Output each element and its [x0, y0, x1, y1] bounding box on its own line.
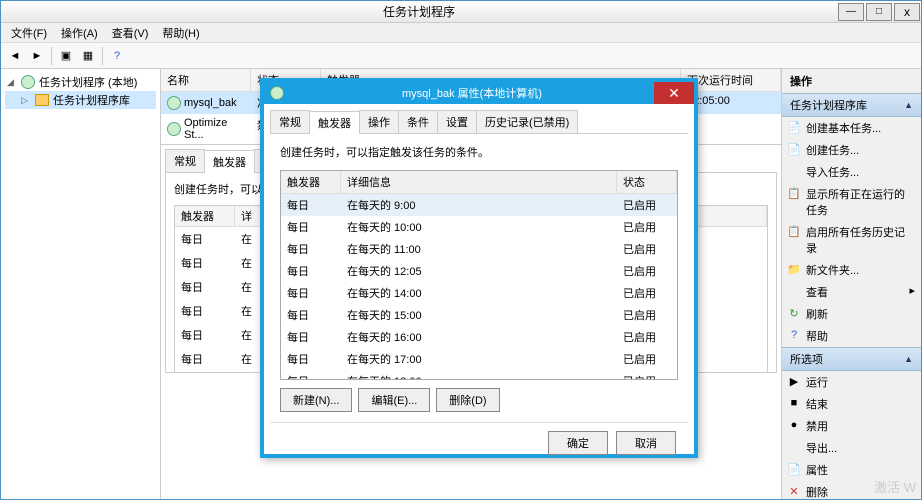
- dialog-content: 创建任务时，可以指定触发该任务的条件。 触发器 详细信息 状态 每日在每天的 9…: [270, 134, 688, 422]
- dialog-trigger-row[interactable]: 每日在每天的 18:00已启用: [281, 370, 677, 380]
- lower-col-trigger[interactable]: 触发器: [175, 206, 235, 226]
- task-icon: [167, 96, 181, 110]
- dialog-trigger-row[interactable]: 每日在每天的 15:00已启用: [281, 304, 677, 326]
- action-icon: 📄: [787, 462, 801, 476]
- forward-button[interactable]: ►: [27, 46, 47, 66]
- col-name[interactable]: 名称: [161, 69, 251, 91]
- back-button[interactable]: ◄: [5, 46, 25, 66]
- tool-up-icon[interactable]: ▣: [56, 46, 76, 66]
- close-button[interactable]: x: [894, 3, 920, 21]
- action-icon: ●: [787, 418, 801, 432]
- action-icon: ✕: [787, 484, 801, 498]
- action-item[interactable]: 导出...: [782, 437, 921, 459]
- arrow-icon: ▸: [909, 284, 915, 297]
- action-icon: [787, 164, 801, 178]
- action-item[interactable]: ?帮助: [782, 325, 921, 347]
- tree-panel: ◢ 任务计划程序 (本地) ▷ 任务计划程序库: [1, 69, 161, 499]
- dialog-trigger-row[interactable]: 每日在每天的 10:00已启用: [281, 216, 677, 238]
- minimize-button[interactable]: —: [838, 3, 864, 21]
- dtab-triggers[interactable]: 触发器: [309, 111, 360, 134]
- ok-button[interactable]: 确定: [548, 431, 608, 455]
- action-icon: [787, 440, 801, 454]
- action-item[interactable]: 📋启用所有任务历史记录: [782, 221, 921, 259]
- dialog-trigger-row[interactable]: 每日在每天的 16:00已启用: [281, 326, 677, 348]
- action-item[interactable]: ■结束: [782, 393, 921, 415]
- actions-panel: 操作 任务计划程序库▲ 📄创建基本任务...📄创建任务...导入任务...📋显示…: [781, 69, 921, 499]
- menu-view[interactable]: 查看(V): [106, 23, 155, 43]
- dialog-titlebar: mysql_bak 属性(本地计算机) ✕: [264, 82, 694, 104]
- action-item[interactable]: ●禁用: [782, 415, 921, 437]
- dialog-trigger-row[interactable]: 每日在每天的 9:00已启用: [281, 194, 677, 216]
- action-item[interactable]: 📄创建基本任务...: [782, 117, 921, 139]
- dtab-settings[interactable]: 设置: [437, 110, 477, 133]
- dtab-general[interactable]: 常规: [270, 110, 310, 133]
- action-item[interactable]: ▶运行: [782, 371, 921, 393]
- dialog-title: mysql_bak 属性(本地计算机): [290, 85, 654, 101]
- action-icon: [787, 284, 801, 298]
- dtab-actions[interactable]: 操作: [359, 110, 399, 133]
- action-item[interactable]: 📋显示所有正在运行的任务: [782, 183, 921, 221]
- dcol-detail[interactable]: 详细信息: [341, 171, 617, 193]
- tree-root[interactable]: ◢ 任务计划程序 (本地): [5, 73, 156, 91]
- action-item[interactable]: 导入任务...: [782, 161, 921, 183]
- menu-action[interactable]: 操作(A): [55, 23, 104, 43]
- action-icon: ?: [787, 328, 801, 342]
- action-section-library[interactable]: 任务计划程序库▲: [782, 93, 921, 117]
- action-item[interactable]: 📁新文件夹...: [782, 259, 921, 281]
- cancel-button[interactable]: 取消: [616, 431, 676, 455]
- dcol-status[interactable]: 状态: [617, 171, 677, 193]
- clock-icon: [270, 86, 284, 100]
- action-icon: 📁: [787, 262, 801, 276]
- action-section-selected[interactable]: 所选项▲: [782, 347, 921, 371]
- action-item[interactable]: 📄创建任务...: [782, 139, 921, 161]
- watermark: 激活 W: [874, 477, 916, 496]
- action-icon: 📄: [787, 142, 801, 156]
- tree-root-label: 任务计划程序 (本地): [39, 74, 137, 90]
- dtab-cond[interactable]: 条件: [398, 110, 438, 133]
- menubar: 文件(F) 操作(A) 查看(V) 帮助(H): [1, 23, 921, 43]
- chevron-up-icon: ▲: [904, 100, 913, 110]
- dialog-close-button[interactable]: ✕: [654, 82, 694, 104]
- clock-icon: [21, 75, 35, 89]
- toolbar: ◄ ► ▣ ▦ ?: [1, 43, 921, 69]
- menu-help[interactable]: 帮助(H): [156, 23, 205, 43]
- tab-triggers[interactable]: 触发器: [204, 150, 255, 173]
- tree-lib-label: 任务计划程序库: [53, 92, 130, 108]
- dialog-trigger-row[interactable]: 每日在每天的 12:05已启用: [281, 260, 677, 282]
- collapse-icon[interactable]: ◢: [7, 77, 17, 88]
- action-item[interactable]: 查看▸: [782, 281, 921, 303]
- action-item[interactable]: ↻刷新: [782, 303, 921, 325]
- maximize-button[interactable]: □: [866, 3, 892, 21]
- dcol-trigger[interactable]: 触发器: [281, 171, 341, 193]
- dtab-history[interactable]: 历史记录(已禁用): [476, 110, 578, 133]
- edit-button[interactable]: 编辑(E)...: [358, 388, 430, 412]
- dialog-desc: 创建任务时，可以指定触发该任务的条件。: [280, 144, 678, 160]
- help-icon[interactable]: ?: [107, 46, 127, 66]
- action-icon: 📄: [787, 120, 801, 134]
- action-icon: 📋: [787, 186, 801, 200]
- action-icon: ↻: [787, 306, 801, 320]
- window-title: 任务计划程序: [1, 3, 837, 20]
- dialog-trigger-table: 触发器 详细信息 状态 每日在每天的 9:00已启用每日在每天的 10:00已启…: [280, 170, 678, 380]
- dialog-trigger-row[interactable]: 每日在每天的 14:00已启用: [281, 282, 677, 304]
- delete-button[interactable]: 删除(D): [436, 388, 499, 412]
- task-icon: [167, 122, 181, 136]
- action-icon: 📋: [787, 224, 801, 238]
- dialog-tabs: 常规 触发器 操作 条件 设置 历史记录(已禁用): [270, 110, 688, 134]
- dialog-trigger-row[interactable]: 每日在每天的 17:00已启用: [281, 348, 677, 370]
- tab-general[interactable]: 常规: [165, 149, 205, 172]
- action-icon: ■: [787, 396, 801, 410]
- new-button[interactable]: 新建(N)...: [280, 388, 352, 412]
- tool-properties-icon[interactable]: ▦: [78, 46, 98, 66]
- tree-library[interactable]: ▷ 任务计划程序库: [5, 91, 156, 109]
- folder-icon: [35, 94, 49, 106]
- chevron-up-icon: ▲: [904, 354, 913, 364]
- properties-dialog: mysql_bak 属性(本地计算机) ✕ 常规 触发器 操作 条件 设置 历史…: [260, 78, 698, 458]
- dialog-trigger-row[interactable]: 每日在每天的 11:00已启用: [281, 238, 677, 260]
- titlebar: 任务计划程序 — □ x: [1, 1, 921, 23]
- menu-file[interactable]: 文件(F): [5, 23, 53, 43]
- actions-header: 操作: [782, 69, 921, 93]
- expand-icon[interactable]: ▷: [21, 95, 31, 106]
- action-icon: ▶: [787, 374, 801, 388]
